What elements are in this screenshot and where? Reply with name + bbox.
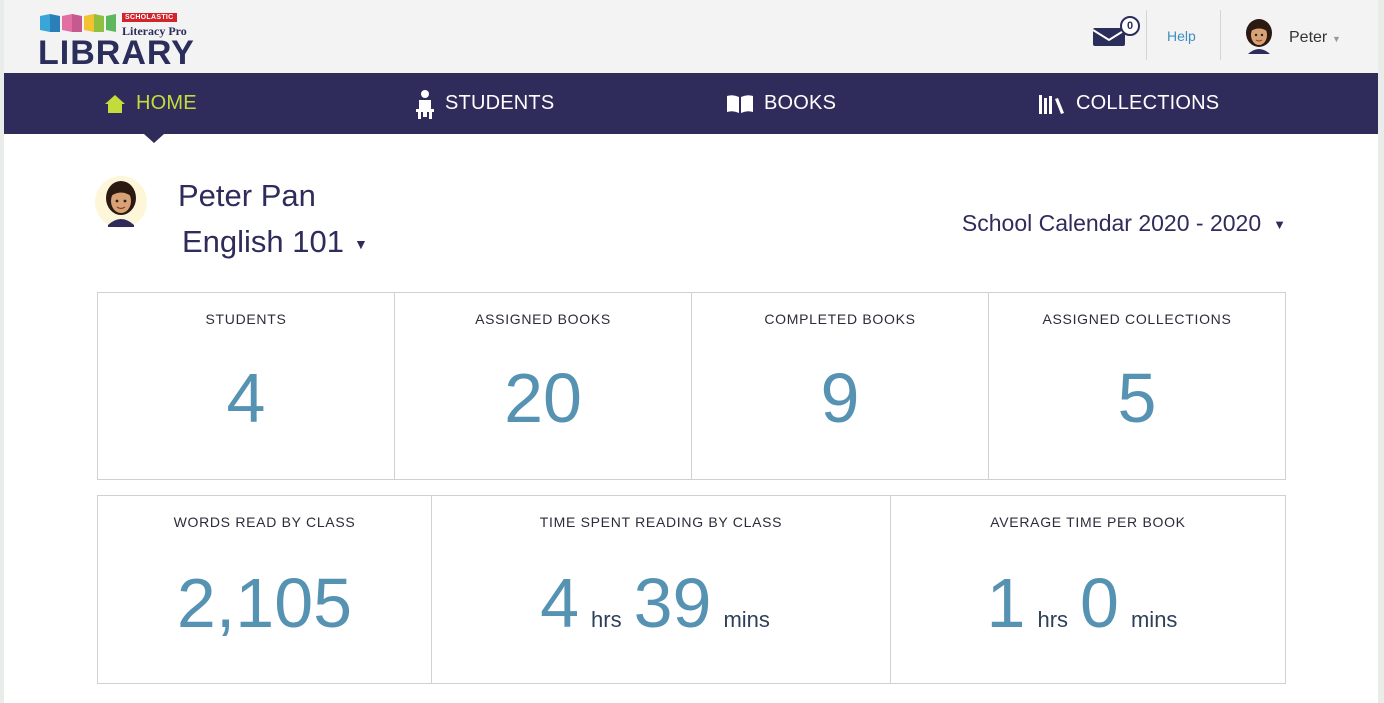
stat-value: 20 — [504, 359, 582, 437]
nav-item-label: HOME — [136, 92, 197, 114]
stat-value: 2,105 — [176, 564, 353, 642]
hours-value: 4 — [540, 564, 580, 642]
user-name: Peter — [1289, 29, 1328, 46]
stat-label: AVERAGE TIME PER BOOK — [990, 514, 1186, 530]
logo-title: LIBRARY — [38, 34, 195, 72]
literacy-pro-library-logo[interactable]: SCHOLASTIC Literacy Pro LIBRARY — [38, 10, 238, 70]
stats-reading-row: WORDS READ BY CLASS 2,105 TIME SPENT REA… — [97, 495, 1286, 684]
nav-item-students[interactable]: STUDENTS — [415, 73, 554, 134]
caret-down-icon: ▼ — [354, 236, 368, 252]
stat-value: 4 — [226, 359, 266, 437]
message-count-badge: 0 — [1120, 16, 1140, 36]
stat-value: 5 — [1117, 359, 1157, 437]
stat-value: 9 — [820, 359, 860, 437]
minutes-unit: mins — [723, 607, 770, 632]
words-read-stat-card: WORDS READ BY CLASS 2,105 — [98, 496, 432, 683]
active-nav-pointer — [144, 134, 164, 143]
logo-books-icon — [40, 14, 116, 32]
main-nav: HOME STUDENTS BOOKS COLLECTIONS — [4, 73, 1378, 134]
stat-label: ASSIGNED BOOKS — [475, 311, 611, 327]
stat-label: COMPLETED BOOKS — [764, 311, 916, 327]
user-avatar — [1246, 19, 1272, 54]
collections-icon — [1038, 93, 1066, 115]
stat-label: WORDS READ BY CLASS — [173, 514, 356, 530]
class-selector[interactable]: English 101 ▼ — [182, 224, 368, 260]
minutes-value: 0 — [1080, 564, 1119, 642]
time-spent-stat-card: TIME SPENT READING BY CLASS 4 hrs 39 mins — [432, 496, 891, 683]
stats-summary-row: STUDENTS 4 ASSIGNED BOOKS 20 COMPLETED B… — [97, 292, 1286, 480]
calendar-name: School Calendar 2020 - 2020 — [961, 210, 1262, 236]
stat-label: ASSIGNED COLLECTIONS — [1042, 311, 1232, 327]
student-icon — [415, 89, 435, 119]
book-icon — [726, 94, 754, 114]
hours-unit: hrs — [591, 607, 622, 632]
calendar-selector[interactable]: School Calendar 2020 - 2020 ▼ — [962, 210, 1286, 237]
header-divider — [1146, 10, 1147, 60]
completed-books-stat-card[interactable]: COMPLETED BOOKS 9 — [692, 293, 989, 479]
hours-unit: hrs — [1037, 607, 1069, 632]
app-window: SCHOLASTIC Literacy Pro LIBRARY 0 Help P… — [4, 0, 1378, 703]
top-bar: SCHOLASTIC Literacy Pro LIBRARY 0 Help P… — [4, 0, 1378, 73]
nav-item-books[interactable]: BOOKS — [726, 73, 836, 134]
stat-label: TIME SPENT READING BY CLASS — [539, 514, 783, 530]
nav-item-label: BOOKS — [764, 92, 837, 114]
logo-badge: SCHOLASTIC — [122, 13, 177, 22]
assigned-collections-stat-card[interactable]: ASSIGNED COLLECTIONS 5 — [989, 293, 1285, 479]
average-time-stat-card: AVERAGE TIME PER BOOK 1 hrs 0 mins — [891, 496, 1285, 683]
caret-down-icon: ▼ — [1273, 217, 1286, 232]
chevron-down-icon: ▼ — [1332, 34, 1341, 44]
nav-item-home[interactable]: HOME — [104, 73, 197, 134]
home-icon — [104, 94, 126, 114]
hours-value: 1 — [986, 564, 1026, 642]
stat-label: STUDENTS — [205, 311, 287, 327]
class-name: English 101 — [182, 224, 345, 259]
assigned-books-stat-card[interactable]: ASSIGNED BOOKS 20 — [395, 293, 692, 479]
messages-button[interactable]: 0 — [1092, 15, 1140, 49]
average-time-value: 1 hrs 0 mins — [891, 558, 1285, 668]
teacher-name: Peter Pan — [178, 178, 316, 213]
nav-item-label: STUDENTS — [445, 92, 555, 114]
minutes-value: 39 — [633, 564, 712, 642]
help-link[interactable]: Help — [1167, 28, 1196, 44]
nav-item-collections[interactable]: COLLECTIONS — [1038, 73, 1219, 134]
minutes-unit: mins — [1130, 607, 1178, 632]
time-spent-value: 4 hrs 39 mins — [432, 558, 890, 668]
header-divider — [1220, 10, 1221, 60]
nav-item-label: COLLECTIONS — [1076, 92, 1220, 114]
teacher-avatar — [95, 176, 147, 228]
students-stat-card[interactable]: STUDENTS 4 — [98, 293, 395, 479]
